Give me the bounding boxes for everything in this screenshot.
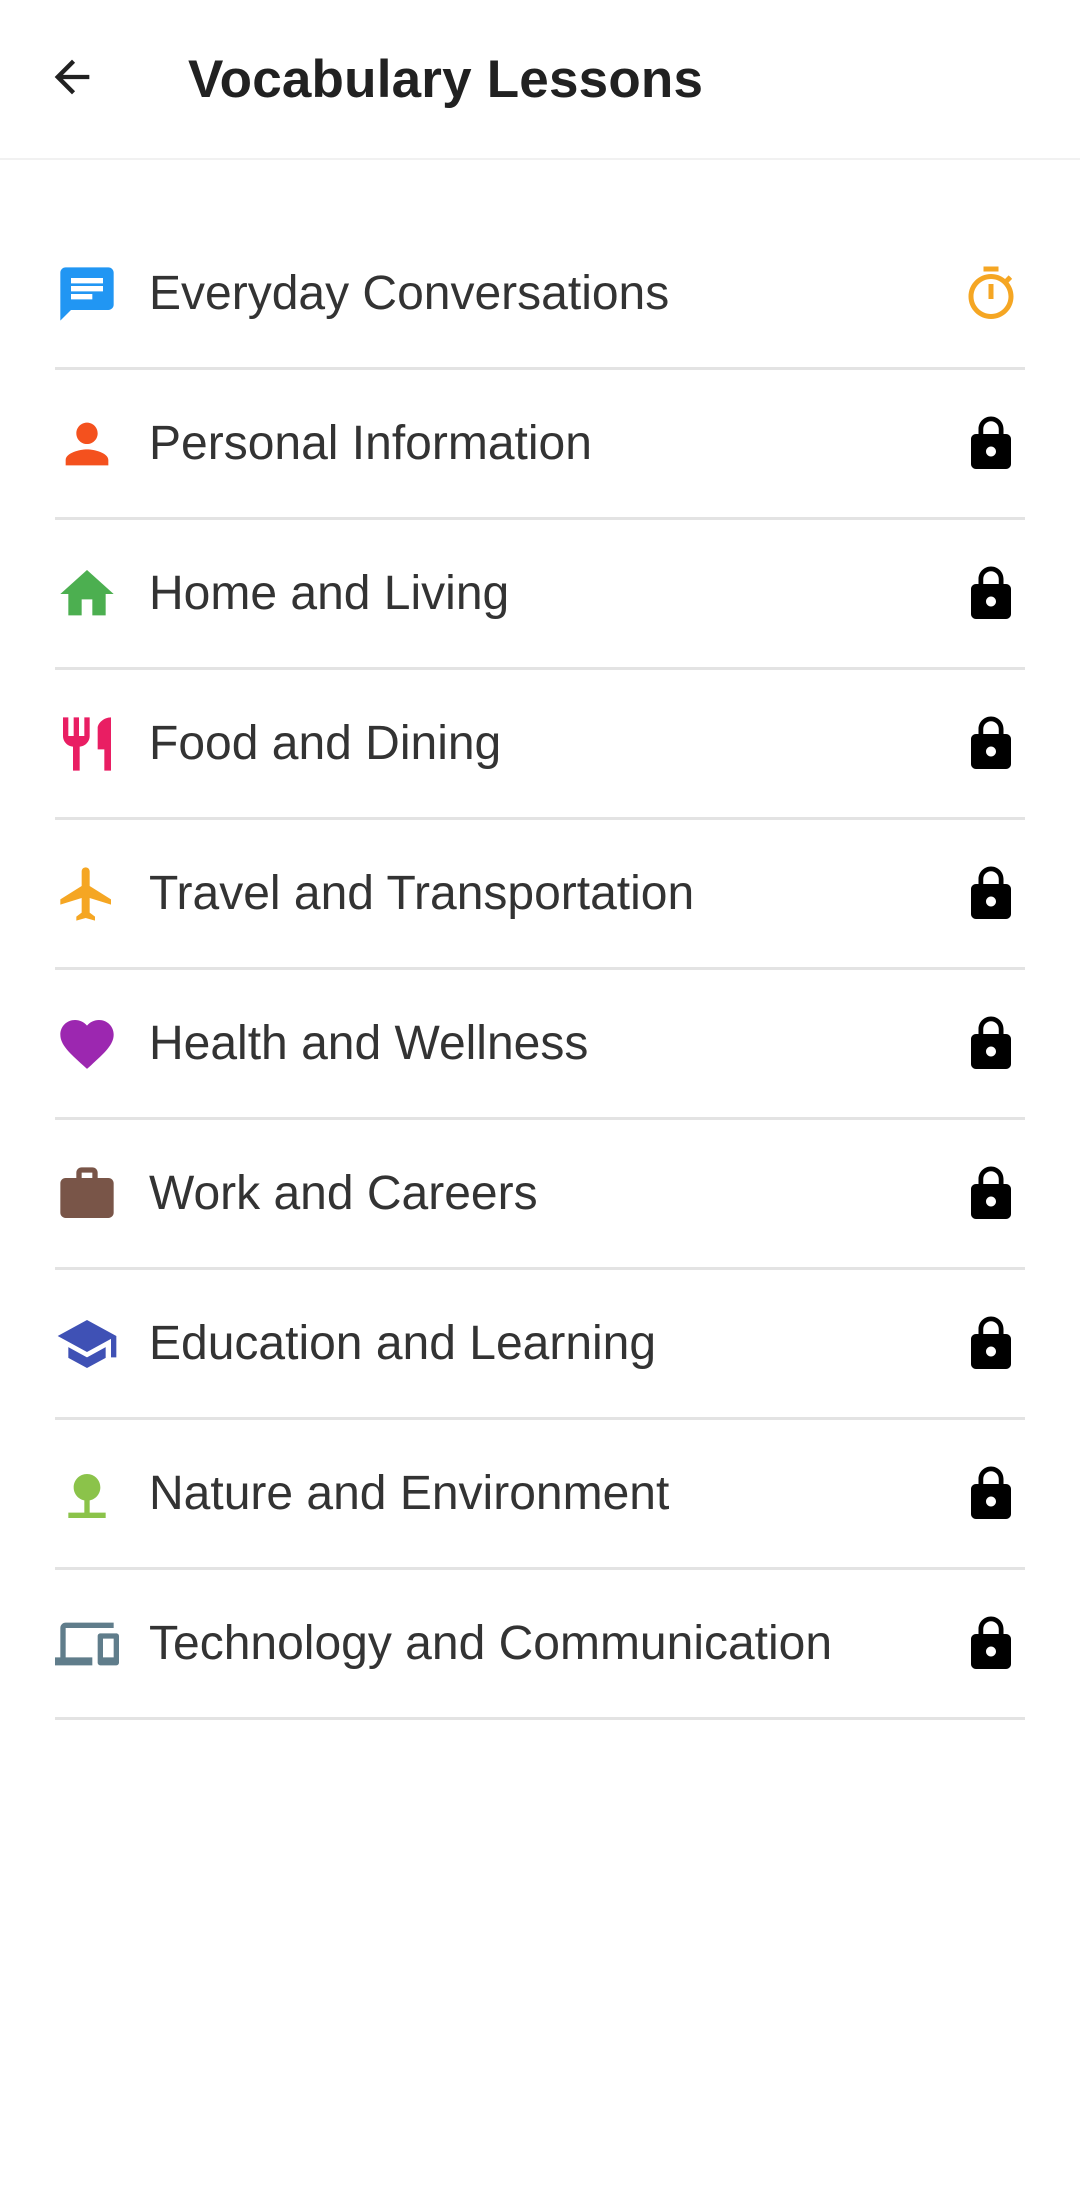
lesson-item-health-and-wellness[interactable]: Health and Wellness	[55, 970, 1025, 1120]
person-icon	[55, 412, 119, 476]
home-icon	[55, 562, 119, 626]
lesson-item-everyday-conversations[interactable]: Everyday Conversations	[55, 220, 1025, 370]
lesson-item-travel-and-transportation[interactable]: Travel and Transportation	[55, 820, 1025, 970]
lesson-label: Nature and Environment	[149, 1467, 670, 1520]
restaurant-icon	[55, 712, 119, 776]
arrow-back-icon	[46, 51, 98, 108]
lesson-label: Education and Learning	[149, 1317, 657, 1370]
lock-icon	[961, 414, 1021, 474]
lesson-label: Technology and Communication	[149, 1617, 833, 1670]
airplane-icon	[55, 862, 119, 926]
briefcase-icon	[55, 1162, 119, 1226]
timer-icon	[961, 264, 1021, 324]
lock-icon	[961, 1464, 1021, 1524]
lock-icon	[961, 714, 1021, 774]
lock-icon	[961, 564, 1021, 624]
lesson-item-nature-and-environment[interactable]: Nature and Environment	[55, 1420, 1025, 1570]
devices-icon	[55, 1612, 119, 1676]
lesson-label: Personal Information	[149, 417, 592, 470]
back-button[interactable]	[32, 39, 112, 119]
app-bar: Vocabulary Lessons	[0, 0, 1080, 160]
lesson-label: Food and Dining	[149, 717, 502, 770]
page-title: Vocabulary Lessons	[188, 49, 704, 109]
lesson-label: Work and Careers	[149, 1167, 538, 1220]
lesson-item-technology-and-communication[interactable]: Technology and Communication	[55, 1570, 1025, 1720]
lesson-label: Travel and Transportation	[149, 867, 695, 920]
lock-icon	[961, 1014, 1021, 1074]
lesson-list: Everyday Conversations Personal Informat…	[55, 220, 1025, 1720]
lesson-item-education-and-learning[interactable]: Education and Learning	[55, 1270, 1025, 1420]
tree-icon	[55, 1462, 119, 1526]
lock-icon	[961, 1614, 1021, 1674]
lock-icon	[961, 864, 1021, 924]
lesson-label: Health and Wellness	[149, 1017, 589, 1070]
lesson-item-work-and-careers[interactable]: Work and Careers	[55, 1120, 1025, 1270]
lesson-item-home-and-living[interactable]: Home and Living	[55, 520, 1025, 670]
heart-icon	[55, 1012, 119, 1076]
chat-icon	[55, 262, 119, 326]
lesson-item-personal-information[interactable]: Personal Information	[55, 370, 1025, 520]
lesson-label: Home and Living	[149, 567, 510, 620]
lesson-item-food-and-dining[interactable]: Food and Dining	[55, 670, 1025, 820]
lock-icon	[961, 1164, 1021, 1224]
lesson-label: Everyday Conversations	[149, 267, 670, 320]
school-icon	[55, 1312, 119, 1376]
lock-icon	[961, 1314, 1021, 1374]
